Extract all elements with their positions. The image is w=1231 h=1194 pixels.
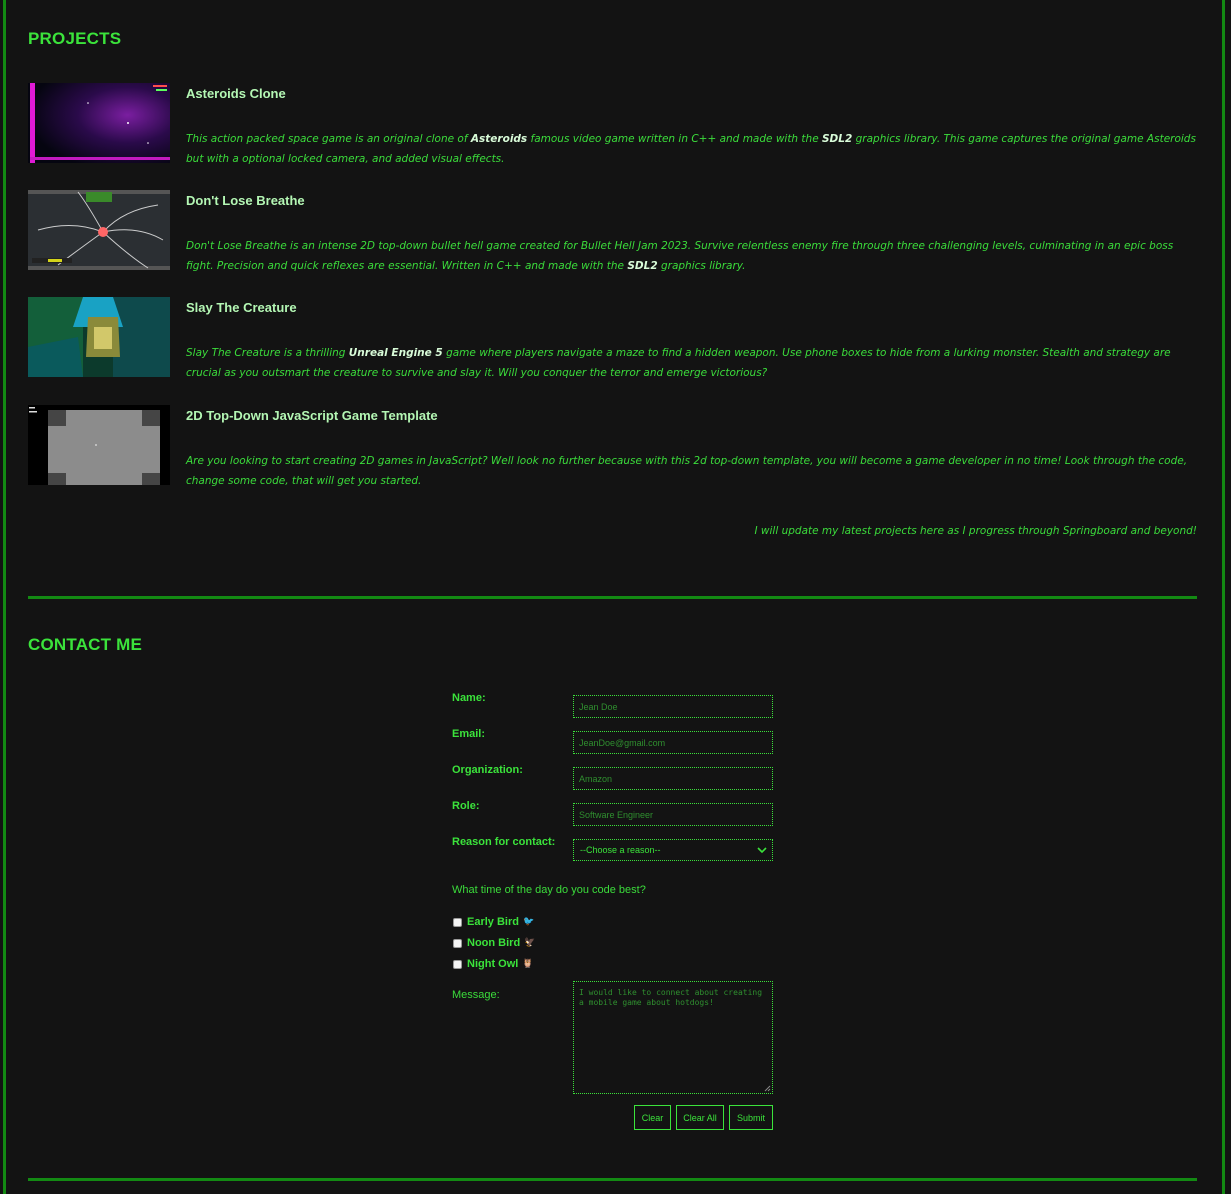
organization-label: Organization: xyxy=(452,764,523,776)
coding-time-question: What time of the day do you code best? xyxy=(452,884,646,896)
reason-select-value: --Choose a reason-- xyxy=(580,845,661,855)
project-card-js-game-template: 2D Top-Down JavaScript Game Template Are… xyxy=(28,405,1198,495)
asteroids-thumbnail[interactable] xyxy=(28,83,170,163)
early-bird-checkbox[interactable] xyxy=(453,917,462,927)
email-label: Email: xyxy=(452,728,486,740)
project-description: Slay The Creature is a thrilling Unreal … xyxy=(186,347,1171,379)
option-label: Noon Bird xyxy=(467,937,521,949)
name-label: Name: xyxy=(452,692,486,704)
projects-heading: PROJECTS xyxy=(28,29,122,48)
project-description: Are you looking to start creating 2D gam… xyxy=(186,455,1188,487)
noon-bird-checkbox[interactable] xyxy=(453,938,462,948)
contact-heading: CONTACT ME xyxy=(28,635,143,654)
project-title[interactable]: Don't Lose Breathe xyxy=(186,193,305,208)
section-divider xyxy=(28,1178,1197,1181)
resize-handle-icon[interactable] xyxy=(764,1085,771,1092)
dont-lose-breathe-thumbnail[interactable] xyxy=(28,190,170,270)
organization-input[interactable] xyxy=(573,767,773,790)
role-input[interactable] xyxy=(573,803,773,826)
night-owl-checkbox[interactable] xyxy=(453,959,462,969)
project-title[interactable]: Asteroids Clone xyxy=(186,86,286,101)
project-description: This action packed space game is an orig… xyxy=(186,133,1196,165)
message-textarea[interactable] xyxy=(573,981,773,1094)
option-noon-bird[interactable]: Noon Bird 🦅 xyxy=(453,936,535,950)
option-early-bird[interactable]: Early Bird 🐦 xyxy=(453,915,534,929)
section-divider xyxy=(28,596,1197,599)
submit-button[interactable]: Submit xyxy=(729,1105,773,1130)
name-input[interactable] xyxy=(573,695,773,718)
role-label: Role: xyxy=(452,800,480,812)
eagle-icon: 🦅 xyxy=(524,938,536,948)
clear-button[interactable]: Clear xyxy=(634,1105,671,1130)
clear-all-button[interactable]: Clear All xyxy=(676,1105,724,1130)
project-card-dont-lose-breathe: Don't Lose Breathe Don't Lose Breathe is… xyxy=(28,190,1198,280)
project-title[interactable]: Slay The Creature xyxy=(186,300,297,315)
reason-label: Reason for contact: xyxy=(452,836,556,848)
projects-update-note: I will update my latest projects here as… xyxy=(754,525,1197,537)
email-input[interactable] xyxy=(573,731,773,754)
chevron-down-icon xyxy=(757,846,767,853)
js-game-template-thumbnail[interactable] xyxy=(28,405,170,485)
slay-the-creature-thumbnail[interactable] xyxy=(28,297,170,377)
option-label: Early Bird xyxy=(467,916,519,928)
option-label: Night Owl xyxy=(467,958,519,970)
project-card-asteroids: Asteroids Clone This action packed space… xyxy=(28,83,1198,173)
project-card-slay-the-creature: Slay The Creature Slay The Creature is a… xyxy=(28,297,1198,387)
bird-icon: 🐦 xyxy=(522,917,535,927)
owl-icon: 🦉 xyxy=(522,959,534,969)
option-night-owl[interactable]: Night Owl 🦉 xyxy=(453,957,534,971)
project-description: Don't Lose Breathe is an intense 2D top-… xyxy=(186,240,1174,272)
reason-select[interactable]: --Choose a reason-- xyxy=(573,839,773,861)
message-label: Message: xyxy=(452,989,500,1001)
project-title[interactable]: 2D Top-Down JavaScript Game Template xyxy=(186,408,438,423)
